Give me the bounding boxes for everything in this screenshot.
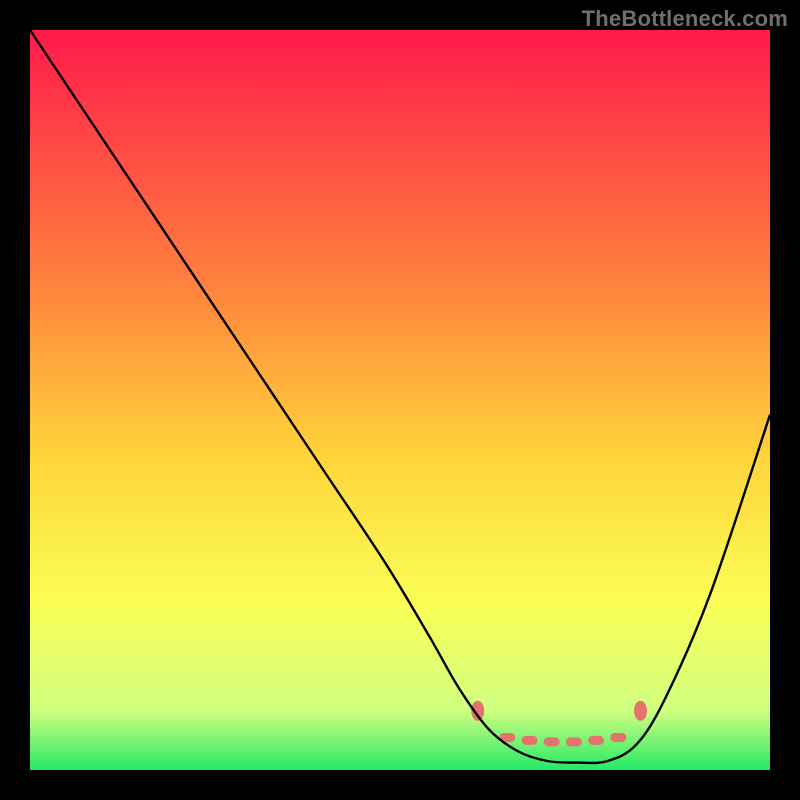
dash-5 <box>588 736 604 745</box>
dash-2 <box>522 736 538 745</box>
gradient-background <box>30 30 770 770</box>
dash-6 <box>610 733 626 742</box>
dot-right <box>634 701 647 721</box>
dash-3 <box>544 737 560 746</box>
watermark-text: TheBottleneck.com <box>582 6 788 32</box>
chart-svg <box>30 30 770 770</box>
plot-area <box>30 30 770 770</box>
dash-4 <box>566 737 582 746</box>
chart-frame: TheBottleneck.com <box>0 0 800 800</box>
